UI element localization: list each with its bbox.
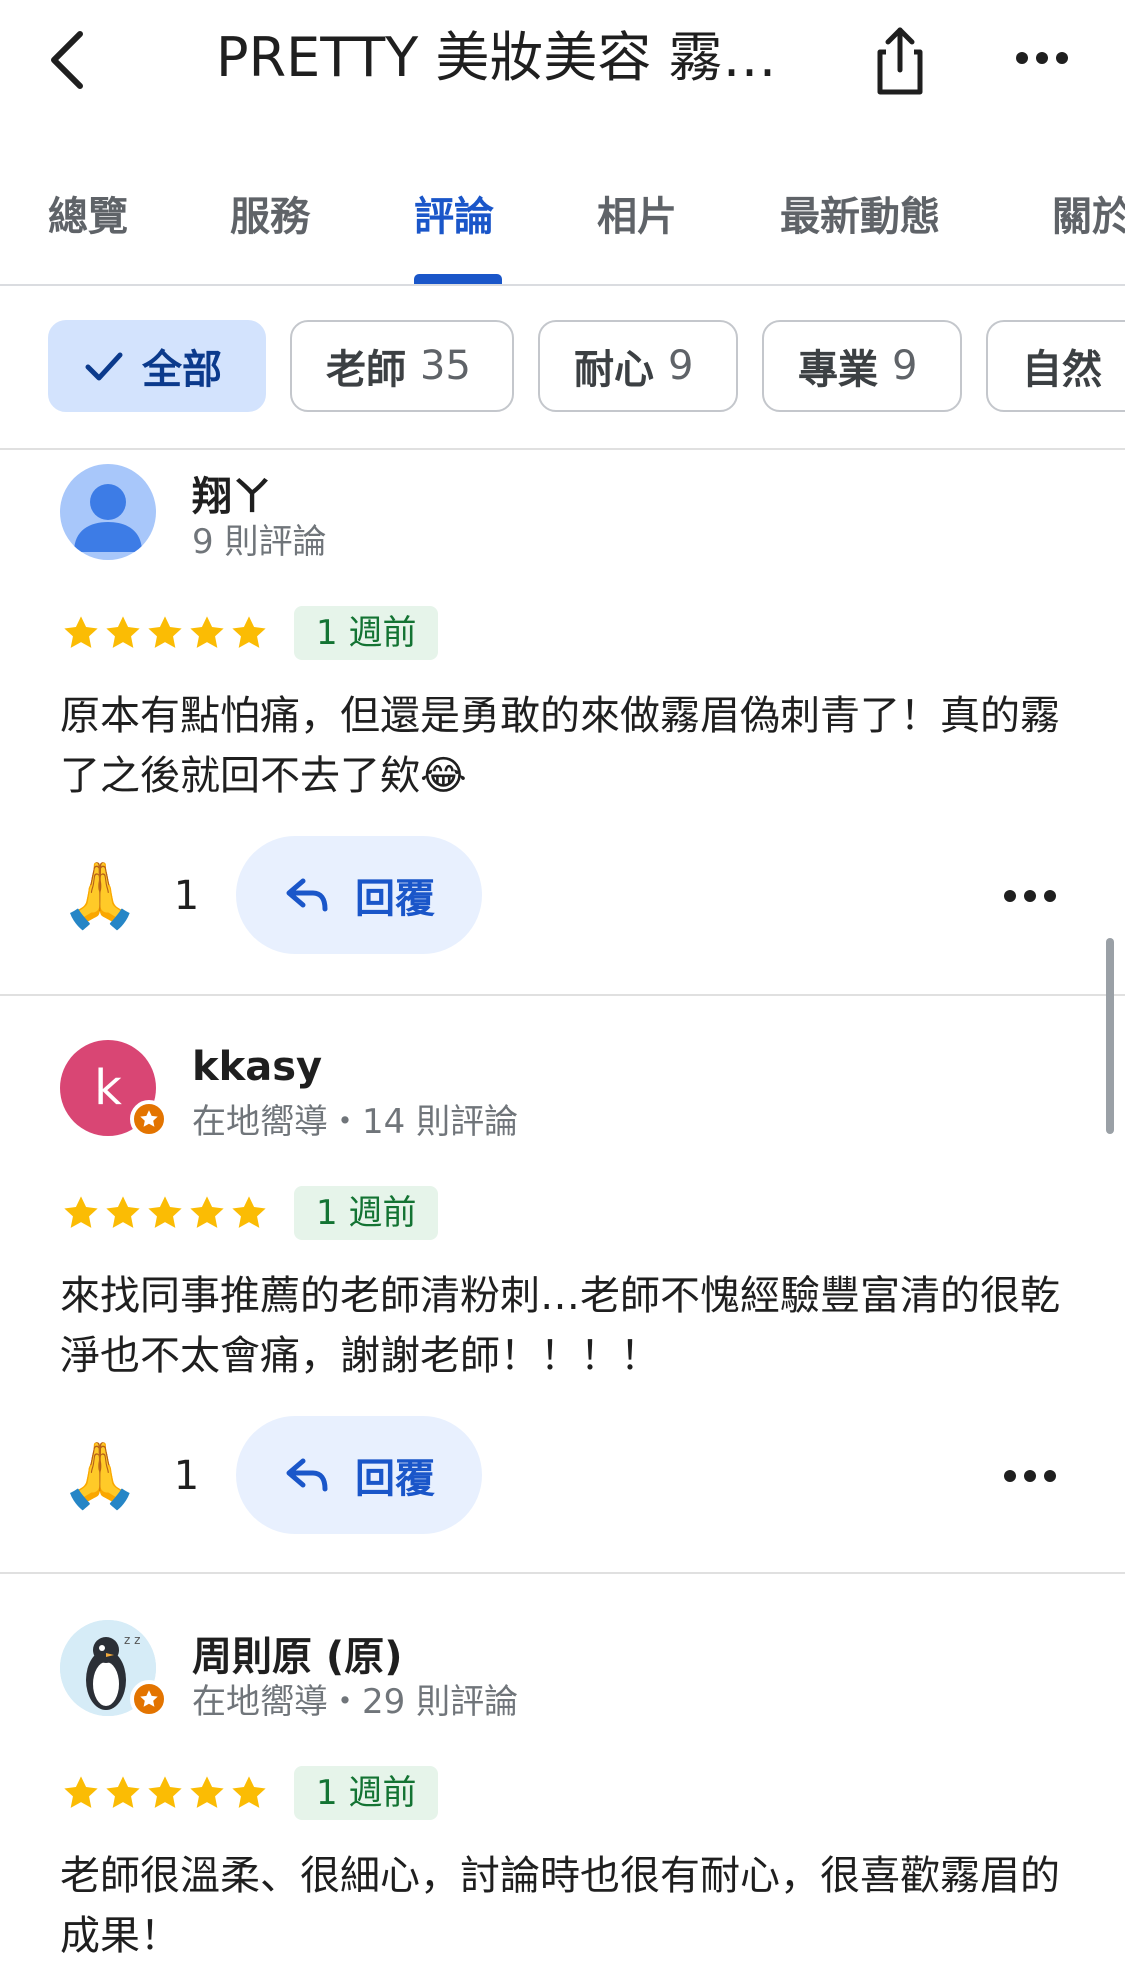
reply-button[interactable]: 回覆 [236, 836, 482, 954]
review-date-badge: 1 週前 [294, 1186, 439, 1240]
local-guide-badge [130, 1680, 168, 1718]
reviewer-meta: 9 則評論 [192, 522, 327, 562]
review-text: 原本有點怕痛，但還是勇敢的來做霧眉偽刺青了！真的霧了之後就回不去了欸😂 [60, 693, 1060, 799]
tab-reviews[interactable]: 評論 [414, 184, 494, 242]
star-icon [232, 616, 266, 648]
reaction-count: 1 [173, 873, 200, 919]
more-horizontal-icon[interactable] [1012, 36, 1072, 80]
reply-icon [286, 1458, 328, 1492]
svg-text:z z: z z [124, 1633, 140, 1647]
review-text: 老師很溫柔、很細心，討論時也很有耐心，很喜歡霧眉的成果！ [60, 1853, 1060, 1959]
reviewer-meta: 在地嚮導・14 則評論 [192, 1102, 519, 1142]
chip-professional[interactable]: 專業 9 [762, 320, 962, 412]
reply-label: 回覆 [355, 876, 435, 922]
more-horizontal-icon[interactable] [1002, 1466, 1058, 1486]
chip-patience[interactable]: 耐心 9 [538, 320, 738, 412]
review-filter-chips: 全部 老師 35 耐心 9 專業 9 自然 [0, 320, 1125, 420]
reaction-button[interactable]: 🙏 1 [60, 858, 199, 934]
chip-label: 耐心 [574, 347, 654, 393]
divider [0, 994, 1125, 996]
share-icon[interactable] [868, 22, 932, 98]
tab-bar: 總覽 服務 評論 相片 最新動態 關於 [0, 150, 1125, 286]
tab-overview[interactable]: 總覽 [48, 184, 128, 242]
star-icon [64, 1196, 98, 1228]
pray-emoji-icon: 🙏 [60, 859, 140, 933]
chip-teacher[interactable]: 老師 35 [290, 320, 514, 412]
divider [0, 1572, 1125, 1574]
reply-button[interactable]: 回覆 [236, 1416, 482, 1534]
review-date-badge: 1 週前 [294, 606, 439, 660]
top-app-bar: PRETTY 美妝美容 霧… [0, 0, 1125, 120]
scrollbar[interactable] [1106, 938, 1114, 1134]
star-icon [232, 1776, 266, 1808]
star-icon [190, 1196, 224, 1228]
avatar-initial: k [94, 1060, 122, 1116]
divider [0, 448, 1125, 450]
chip-label: 自然 [1022, 347, 1102, 393]
pray-emoji-icon: 🙏 [60, 1439, 140, 1513]
tab-about[interactable]: 關於 [1052, 184, 1125, 242]
star-icon [106, 616, 140, 648]
chip-label: 專業 [798, 347, 878, 393]
reviewer-name[interactable]: kkasy [192, 1044, 322, 1090]
default-person-icon [74, 484, 142, 552]
star-icon [148, 616, 182, 648]
star-icon [190, 1776, 224, 1808]
star-icon [148, 1196, 182, 1228]
avatar[interactable] [60, 464, 156, 560]
star-rating [60, 612, 270, 658]
star-icon [106, 1196, 140, 1228]
active-tab-indicator [414, 274, 502, 284]
chip-label: 老師 [326, 347, 406, 393]
review-text: 來找同事推薦的老師清粉刺…老師不愧經驗豐富清的很乾淨也不太會痛，謝謝老師！！！！ [60, 1273, 1060, 1379]
star-icon [148, 1776, 182, 1808]
star-icon [64, 616, 98, 648]
star-icon [140, 1110, 158, 1127]
star-icon [64, 1776, 98, 1808]
review-date-badge: 1 週前 [294, 1766, 439, 1820]
reply-label: 回覆 [355, 1456, 435, 1502]
star-icon [190, 616, 224, 648]
chip-count: 9 [668, 343, 694, 389]
star-icon [140, 1690, 158, 1707]
reviewer-meta: 在地嚮導・29 則評論 [192, 1682, 519, 1722]
check-icon [85, 352, 123, 381]
reply-icon [286, 878, 328, 912]
more-horizontal-icon[interactable] [1002, 886, 1058, 906]
reaction-button[interactable]: 🙏 1 [60, 1438, 199, 1514]
chip-count: 35 [420, 343, 471, 389]
chip-label: 全部 [142, 347, 222, 393]
tab-photos[interactable]: 相片 [597, 184, 677, 242]
star-rating [60, 1772, 270, 1818]
chip-natural[interactable]: 自然 [986, 320, 1125, 412]
tab-updates[interactable]: 最新動態 [780, 184, 940, 242]
page-title: PRETTY 美妝美容 霧… [216, 26, 777, 89]
tab-services[interactable]: 服務 [230, 184, 310, 242]
reaction-count: 1 [173, 1453, 200, 1499]
chip-count: 9 [892, 343, 918, 389]
star-icon [232, 1196, 266, 1228]
local-guide-badge [130, 1100, 168, 1138]
star-rating [60, 1192, 270, 1238]
chevron-left-icon[interactable] [40, 22, 100, 98]
star-icon [106, 1776, 140, 1808]
chip-all[interactable]: 全部 [48, 320, 266, 412]
